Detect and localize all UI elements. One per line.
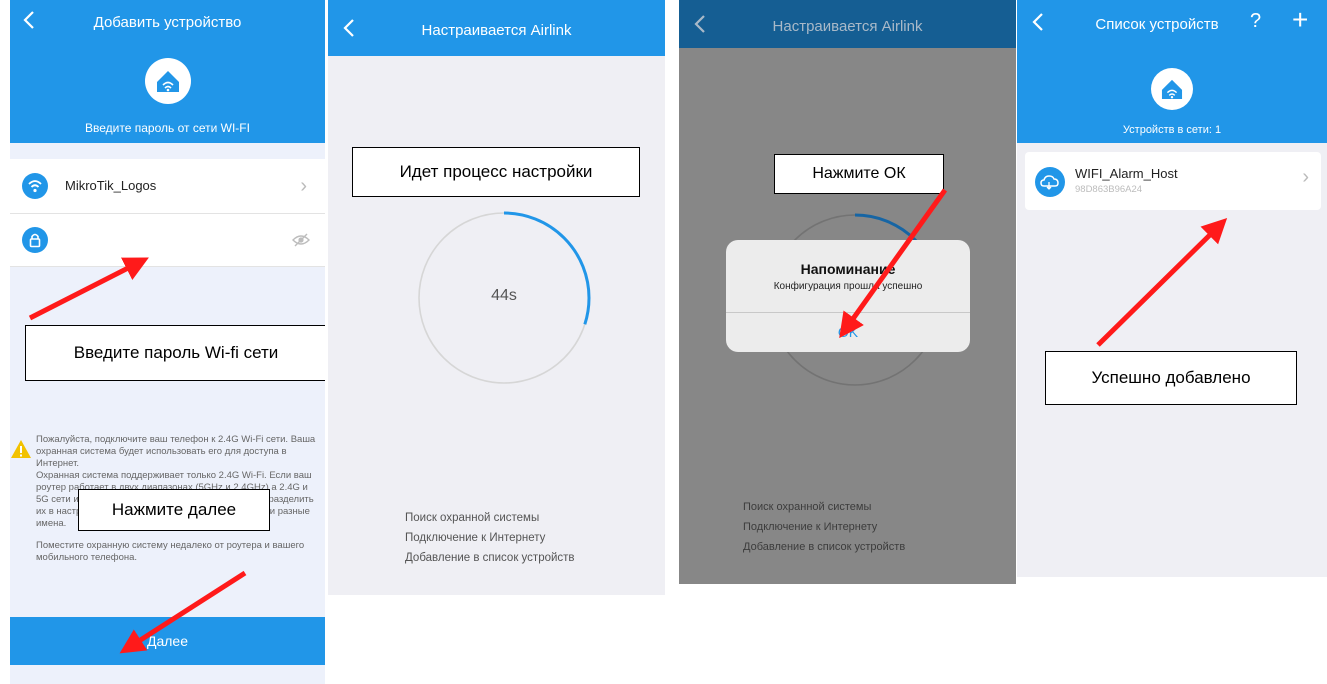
dialog-message: Конфигурация прошла успешно <box>773 281 923 292</box>
chevron-right-icon: › <box>1302 166 1309 188</box>
help-icon[interactable]: ? <box>1250 10 1261 33</box>
dialog-title: Напоминание <box>800 261 896 277</box>
app-header: Настраивается Airlink <box>679 0 1016 48</box>
reminder-dialog: Напоминание Конфигурация прошла успешно … <box>726 240 970 352</box>
app-header: Добавить устройство Введите пароль от се… <box>10 0 325 143</box>
wifi-network-row[interactable]: MikroTik_Logos › <box>10 159 325 214</box>
next-button[interactable]: Далее <box>10 617 325 665</box>
step-item: Добавление в список устройств <box>405 552 575 564</box>
app-header: Список устройств ? + Устройств в сети: 1 <box>1017 0 1327 143</box>
plus-icon[interactable]: + <box>1292 4 1308 36</box>
step-item: Поиск охранной системы <box>743 501 872 513</box>
warning-paragraph-1: Пожалуйста, подключите ваш телефон к 2.4… <box>36 434 316 469</box>
password-row[interactable] <box>10 214 325 267</box>
callout-password: Введите пароль Wi-fi сети <box>25 325 325 381</box>
devices-count: Устройств в сети: 1 <box>1122 124 1222 136</box>
screen-add-device: Добавить устройство Введите пароль от се… <box>10 0 325 684</box>
callout-next: Нажмите далее <box>78 489 270 531</box>
app-header: Настраивается Airlink <box>328 0 665 56</box>
wifi-network-name: MikroTik_Logos <box>65 178 157 193</box>
step-item: Подключение к Интернету <box>743 521 878 533</box>
device-id: 98D863B96A24 <box>1075 184 1143 195</box>
callout-press-ok: Нажмите ОК <box>774 154 944 194</box>
screen-device-list: Список устройств ? + Устройств в сети: 1… <box>1017 0 1327 577</box>
page-title: Список устройств <box>1095 16 1219 33</box>
device-name: WIFI_Alarm_Host <box>1075 166 1178 181</box>
progress-timer: 44s <box>491 287 517 304</box>
screen-config-success: Настраивается Airlink Нажмите ОК Напомин… <box>679 0 1016 584</box>
setup-steps: Поиск охранной системы Подключение к Инт… <box>405 508 665 568</box>
step-item: Поиск охранной системы <box>405 512 540 524</box>
house-wifi-icon <box>144 58 191 104</box>
step-item: Добавление в список устройств <box>743 541 906 553</box>
callout-in-progress: Идет процесс настройки <box>352 147 640 197</box>
page-title: Настраивается Airlink <box>772 18 923 35</box>
warning-icon <box>10 438 32 460</box>
lock-icon <box>22 227 48 253</box>
chevron-right-icon: › <box>300 175 307 197</box>
page-title: Добавить устройство <box>93 14 242 31</box>
dialog-ok-button[interactable]: OK <box>726 313 970 351</box>
callout-success: Успешно добавлено <box>1045 351 1297 405</box>
eye-hidden-icon[interactable] <box>291 230 311 250</box>
device-card[interactable]: WIFI_Alarm_Host 98D863B96A24 › <box>1025 152 1321 210</box>
cloud-icon <box>1035 167 1065 197</box>
setup-steps: Поиск охранной системы Подключение к Инт… <box>743 497 1016 557</box>
warning-paragraph-3: Поместите охранную систему недалеко от р… <box>36 540 305 563</box>
house-wifi-icon <box>1151 68 1193 110</box>
page-subtitle: Введите пароль от сети WI-FI <box>85 121 250 135</box>
page-title: Настраивается Airlink <box>421 22 572 39</box>
wifi-icon <box>22 173 48 199</box>
screen-configuring: Настраивается Airlink Идет процесс настр… <box>328 0 665 595</box>
step-item: Подключение к Интернету <box>405 532 546 544</box>
